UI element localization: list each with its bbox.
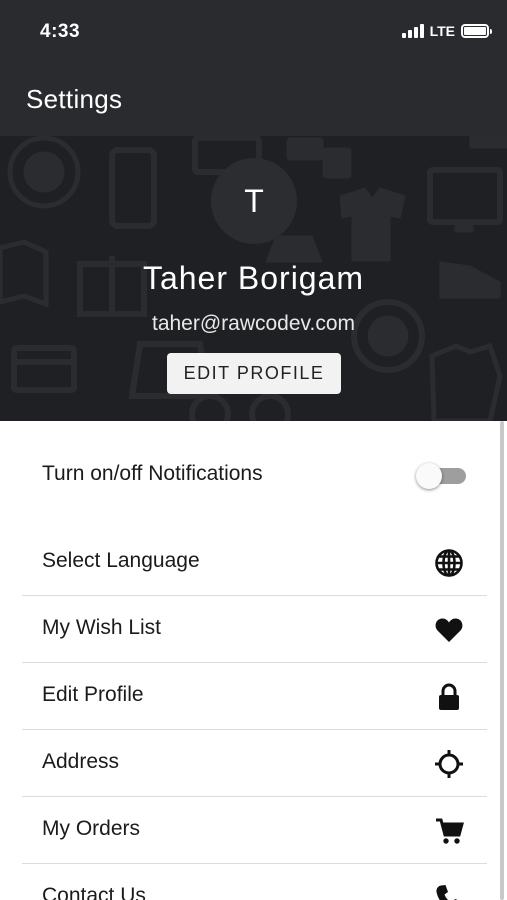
menu-item-label: Edit Profile (42, 683, 144, 706)
location-crosshair-icon (434, 749, 464, 779)
app-bar: Settings (0, 64, 507, 136)
phone-icon (434, 883, 464, 900)
menu-item-select-language[interactable]: Select Language (22, 529, 487, 596)
menu-item-label: My Wish List (42, 616, 162, 639)
menu-item-my-orders[interactable]: My Orders (22, 797, 487, 864)
notifications-label: Turn on/off Notifications (42, 462, 263, 485)
menu-item-wish-list[interactable]: My Wish List (22, 596, 487, 663)
profile-email: taher@rawcodev.com (151, 312, 355, 335)
menu-item-edit-profile[interactable]: Edit Profile (22, 663, 487, 730)
menu-item-label: My Orders (42, 817, 141, 840)
menu-item-label: Contact Us (42, 884, 146, 900)
status-indicators: LTE (401, 23, 492, 39)
battery-icon (461, 24, 492, 38)
menu-item-address[interactable]: Address (22, 730, 487, 797)
cart-icon (434, 816, 464, 846)
profile-header: T Taher Borigam taher@rawcodev.com EDIT … (0, 136, 507, 421)
toggle-knob (416, 463, 442, 489)
status-bar: 4:33 LTE (0, 0, 507, 64)
page-title: Settings (26, 84, 123, 114)
lock-icon (434, 682, 464, 712)
avatar[interactable]: T (211, 158, 297, 244)
menu-item-label: Select Language (42, 549, 200, 572)
edit-profile-button[interactable]: EDIT PROFILE (167, 353, 341, 394)
notifications-row[interactable]: Turn on/off Notifications (0, 421, 507, 529)
heart-icon (434, 615, 464, 645)
menu-item-label: Address (42, 750, 120, 773)
network-type: LTE (429, 23, 455, 39)
menu-item-contact-us[interactable]: Contact Us (22, 864, 487, 900)
status-time: 4:33 (40, 21, 81, 42)
globe-icon (434, 548, 464, 578)
settings-list[interactable]: Turn on/off Notifications Select Languag… (0, 421, 507, 900)
signal-icon (401, 24, 424, 38)
profile-name: Taher Borigam (142, 260, 365, 296)
notifications-toggle[interactable] (416, 461, 468, 491)
